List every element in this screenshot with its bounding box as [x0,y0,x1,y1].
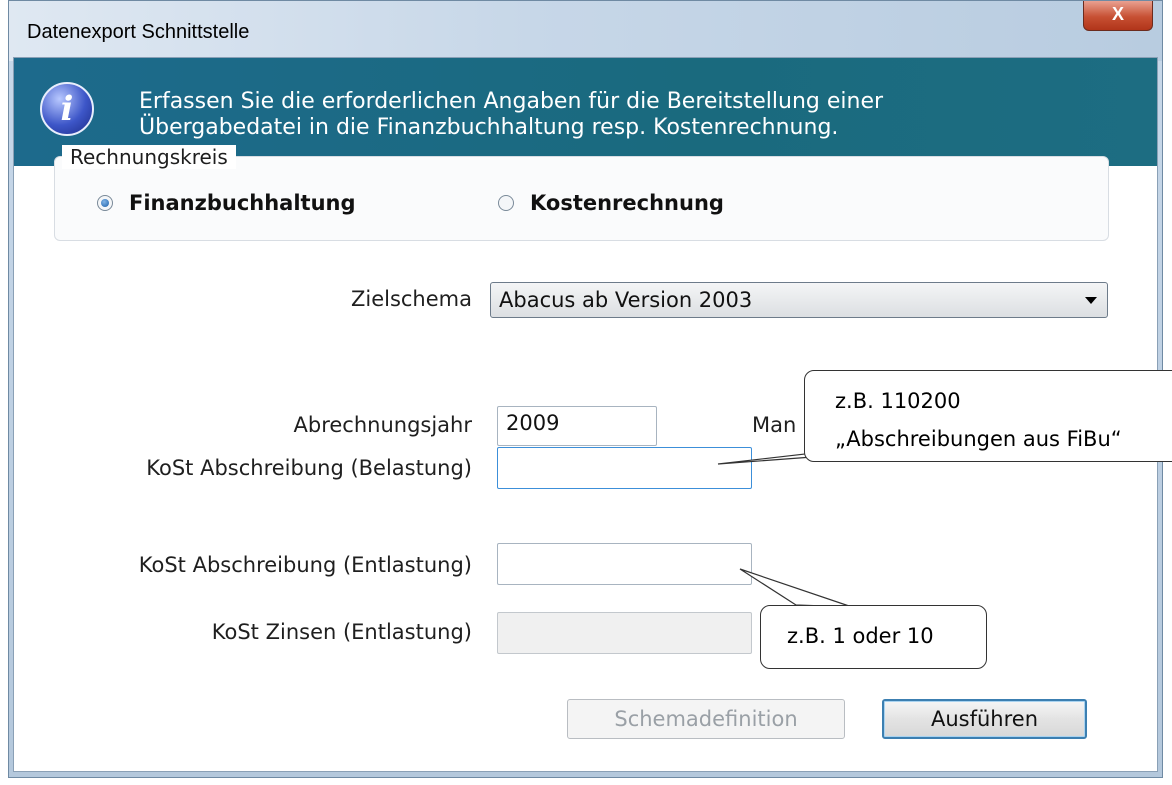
callout-bottom-text: z.B. 1 oder 10 [787,624,934,648]
callout-top: z.B. 110200 „Abschreibungen aus FiBu“ [804,370,1172,462]
callout-top-line-1: z.B. 110200 [835,389,961,413]
callout-top-line-2: „Abschreibungen aus FiBu“ [835,427,1122,451]
callout-bottom-pointer [739,568,853,608]
callout-bottom: z.B. 1 oder 10 [760,605,987,669]
